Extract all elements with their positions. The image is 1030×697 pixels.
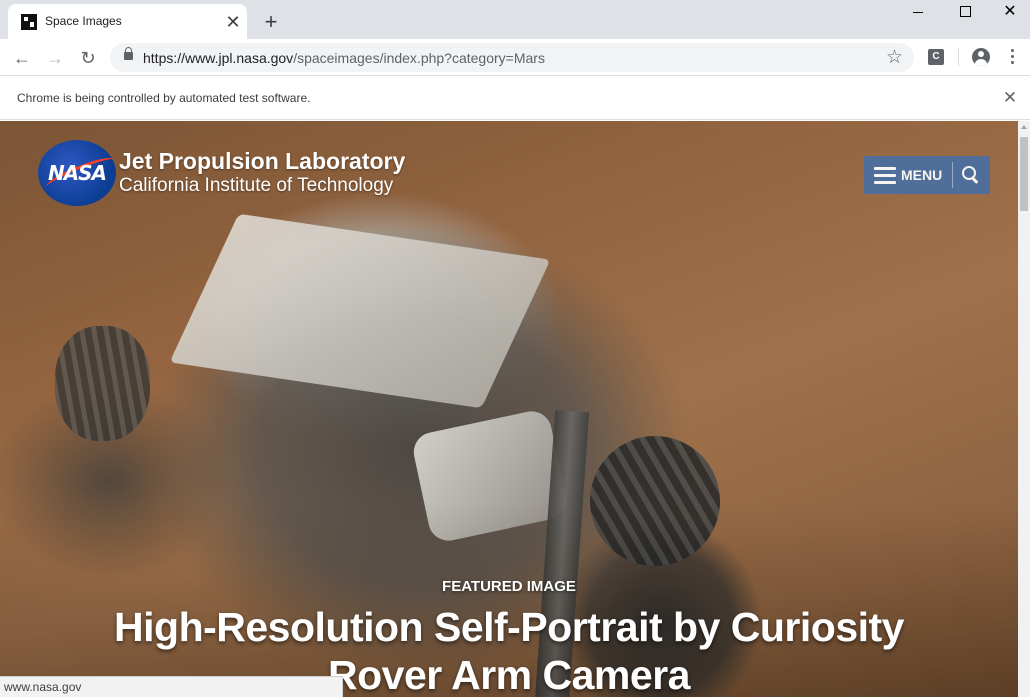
- maximize-icon[interactable]: [941, 0, 987, 28]
- lock-icon[interactable]: [124, 47, 133, 60]
- new-tab-icon[interactable]: +: [258, 9, 284, 35]
- url-text[interactable]: https://www.jpl.nasa.gov/spaceimages/ind…: [143, 50, 545, 66]
- tab-close-icon[interactable]: ✕: [222, 11, 244, 33]
- back-arrow-icon[interactable]: ←: [8, 44, 36, 72]
- browser-tabstrip: Space Images ✕ + ✕: [0, 0, 1030, 39]
- rover-deck-shape: [169, 213, 551, 409]
- infobar-close-icon[interactable]: ✕: [999, 87, 1021, 109]
- rover-wheel-shape: [55, 326, 150, 441]
- site-title[interactable]: Jet Propulsion Laboratory: [119, 148, 405, 175]
- featured-label: FEATURED IMAGE: [442, 578, 576, 595]
- scroll-up-arrow-icon[interactable]: [1021, 125, 1027, 129]
- url-domain: jpl.nasa.gov: [218, 50, 294, 66]
- hamburger-icon: [874, 166, 896, 184]
- tab-title: Space Images: [45, 14, 122, 28]
- address-bar[interactable]: https://www.jpl.nasa.gov/spaceimages/ind…: [110, 43, 914, 72]
- browser-tab[interactable]: Space Images ✕: [8, 4, 247, 39]
- forward-arrow-icon[interactable]: →: [41, 44, 69, 72]
- menu-divider: [952, 162, 953, 188]
- url-path: /spaceimages/index.php?category=Mars: [293, 50, 545, 66]
- nasa-logo[interactable]: NASA: [38, 140, 117, 206]
- url-prefix: https://www.: [143, 50, 219, 66]
- toolbar-divider: [958, 48, 959, 66]
- page-viewport: NASA Jet Propulsion Laboratory Californi…: [0, 121, 1018, 697]
- infobar-message: Chrome is being controlled by automated …: [17, 91, 311, 105]
- scroll-thumb[interactable]: [1020, 137, 1028, 211]
- window-close-icon[interactable]: ✕: [987, 0, 1030, 28]
- bookmark-star-icon[interactable]: ☆: [886, 46, 903, 69]
- status-bubble: www.nasa.gov: [0, 676, 343, 697]
- status-url: www.nasa.gov: [4, 680, 82, 694]
- menu-label: MENU: [901, 167, 943, 183]
- menu-button[interactable]: MENU: [864, 156, 990, 194]
- minimize-icon[interactable]: [895, 0, 941, 28]
- jpl-favicon-icon: [21, 14, 37, 30]
- nasa-logo-text: NASA: [47, 161, 107, 185]
- search-icon[interactable]: [961, 165, 981, 185]
- site-subtitle[interactable]: California Institute of Technology: [119, 175, 393, 197]
- reload-icon[interactable]: ↻: [74, 44, 102, 72]
- profile-icon[interactable]: [972, 48, 990, 66]
- page-scrollbar[interactable]: [1018, 121, 1030, 697]
- browser-toolbar: ← → ↻ https://www.jpl.nasa.gov/spaceimag…: [0, 39, 1030, 76]
- browser-menu-icon[interactable]: [1004, 47, 1020, 67]
- automation-infobar: Chrome is being controlled by automated …: [0, 77, 1030, 120]
- extension-icon[interactable]: C: [928, 49, 944, 65]
